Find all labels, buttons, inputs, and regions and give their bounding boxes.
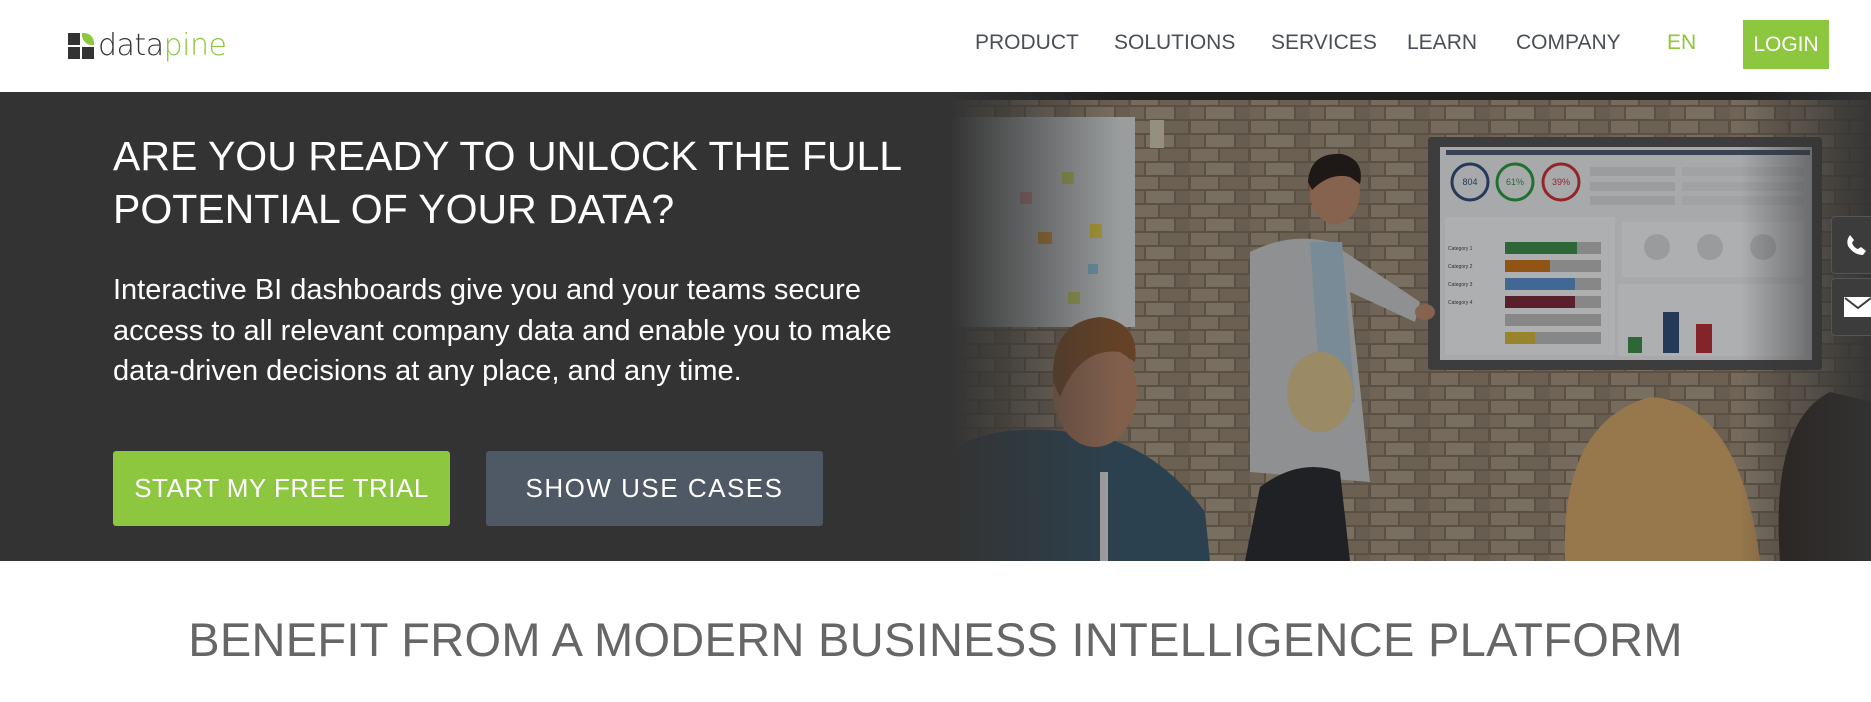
hero-photo-presentation: 804 61% 39% Category 1 Category 2 Catego…: [950, 92, 1871, 561]
hero-text-line: data-driven decisions at any place, and …: [113, 355, 742, 387]
nav-learn[interactable]: LEARN: [1407, 31, 1477, 55]
hero-title-line: ARE YOU READY TO UNLOCK THE FULL: [113, 133, 903, 179]
site-header: datapine PRODUCT SOLUTIONS SERVICES LEAR…: [0, 0, 1871, 92]
nav-company[interactable]: COMPANY: [1516, 31, 1621, 55]
hero-section: 804 61% 39% Category 1 Category 2 Catego…: [0, 92, 1871, 561]
contact-mail-button[interactable]: [1831, 278, 1871, 336]
mail-icon: [1844, 297, 1871, 317]
nav-services[interactable]: SERVICES: [1271, 31, 1377, 55]
hero-title: ARE YOU READY TO UNLOCK THE FULL POTENTI…: [113, 130, 913, 236]
section-title: BENEFIT FROM A MODERN BUSINESS INTELLIGE…: [188, 613, 1683, 666]
hero-description: Interactive BI dashboards give you and y…: [113, 270, 953, 392]
logo-mark-icon: [68, 33, 94, 59]
logo-text-data: data: [98, 28, 164, 63]
contact-phone-button[interactable]: [1831, 216, 1871, 274]
hero-text-line: access to all relevant company data and …: [113, 314, 892, 347]
language-switch[interactable]: EN: [1667, 31, 1696, 55]
datapine-logo[interactable]: datapine: [68, 28, 227, 63]
show-use-cases-button[interactable]: SHOW USE CASES: [486, 451, 823, 526]
hero-text-line: Interactive BI dashboards give you and y…: [113, 274, 861, 306]
login-button[interactable]: LOGIN: [1743, 20, 1829, 69]
logo-text-pine: pine: [163, 28, 227, 63]
start-free-trial-button[interactable]: START MY FREE TRIAL: [113, 451, 450, 526]
phone-icon: [1847, 235, 1866, 255]
hero-title-line: POTENTIAL OF YOUR DATA?: [113, 186, 675, 232]
nav-product[interactable]: PRODUCT: [975, 31, 1079, 55]
nav-solutions[interactable]: SOLUTIONS: [1114, 31, 1235, 55]
